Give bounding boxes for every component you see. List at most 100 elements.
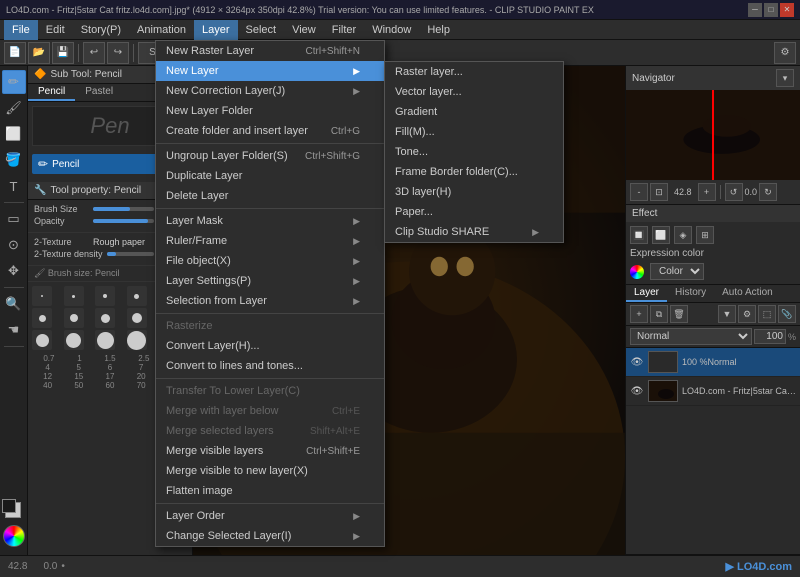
submenu-3d-layer[interactable]: 3D layer(H): [385, 182, 563, 202]
brush-17[interactable]: [127, 330, 147, 350]
menu-merge-visible-new[interactable]: Merge visible to new layer(X): [156, 461, 384, 481]
tool-select-lasso[interactable]: ⊙: [2, 233, 26, 257]
layer-tab-auto-action[interactable]: Auto Action: [714, 285, 781, 302]
density-slider[interactable]: [107, 252, 154, 256]
menu-layer-settings[interactable]: Layer Settings(P) ▶: [156, 271, 384, 291]
effect-btn-1[interactable]: 🔲: [630, 226, 648, 244]
toolbar-save[interactable]: 💾: [52, 42, 74, 64]
blend-mode-select[interactable]: Normal: [630, 328, 752, 345]
menu-new-folder[interactable]: New Layer Folder: [156, 101, 384, 121]
menu-flatten[interactable]: Flatten image: [156, 481, 384, 501]
submenu-tone[interactable]: Tone...: [385, 142, 563, 162]
sub-tool-tab-pastel[interactable]: Pastel: [75, 84, 123, 101]
brush-1.5[interactable]: [95, 286, 115, 306]
brush-6[interactable]: [95, 308, 115, 328]
menu-animation[interactable]: Animation: [129, 20, 194, 40]
menu-new-correction[interactable]: New Correction Layer(J) ▶: [156, 81, 384, 101]
brush-2.5[interactable]: [127, 286, 147, 306]
layer-merge-btn[interactable]: ▼: [718, 305, 736, 323]
menu-delete[interactable]: Delete Layer: [156, 186, 384, 206]
menu-create-folder[interactable]: Create folder and insert layer Ctrl+G: [156, 121, 384, 141]
nav-rotate-ccw[interactable]: ↺: [725, 183, 743, 201]
effect-btn-2[interactable]: ⬜: [652, 226, 670, 244]
brush-size-slider[interactable]: [93, 207, 154, 211]
brush-4[interactable]: [32, 308, 52, 328]
menu-file-object[interactable]: File object(X) ▶: [156, 251, 384, 271]
tool-brush[interactable]: 🖌: [2, 96, 26, 120]
menu-ruler-frame[interactable]: Ruler/Frame ▶: [156, 231, 384, 251]
submenu-frame-border[interactable]: Frame Border folder(C)...: [385, 162, 563, 182]
layer-mask-btn[interactable]: ⬚: [758, 305, 776, 323]
menu-layer-mask[interactable]: Layer Mask ▶: [156, 211, 384, 231]
menu-layer-order[interactable]: Layer Order ▶: [156, 506, 384, 526]
menu-file[interactable]: File: [4, 20, 38, 40]
menu-selection-from-layer[interactable]: Selection from Layer ▶: [156, 291, 384, 311]
submenu-raster-layer[interactable]: Raster layer...: [385, 62, 563, 82]
layer-clip-btn[interactable]: 📎: [778, 305, 796, 323]
submenu-vector-layer[interactable]: Vector layer...: [385, 82, 563, 102]
brush-9[interactable]: [32, 330, 52, 350]
menu-select[interactable]: Select: [238, 20, 285, 40]
nav-zoom-in[interactable]: +: [698, 183, 716, 201]
tool-text[interactable]: T: [2, 174, 26, 198]
navigator-close-btn[interactable]: ▾: [776, 69, 794, 87]
menu-story[interactable]: Story(P): [73, 20, 129, 40]
effect-btn-3[interactable]: ◈: [674, 226, 692, 244]
menu-duplicate[interactable]: Duplicate Layer: [156, 166, 384, 186]
layer-row-1[interactable]: 👁 100 %Normal: [626, 348, 800, 377]
layer-vis-1[interactable]: 👁: [630, 355, 644, 369]
menu-new-raster[interactable]: New Raster Layer Ctrl+Shift+N: [156, 41, 384, 61]
menu-view[interactable]: View: [284, 20, 324, 40]
menu-filter[interactable]: Filter: [324, 20, 364, 40]
submenu-clip-share[interactable]: Clip Studio SHARE ▶: [385, 222, 563, 242]
layer-delete-btn[interactable]: 🗑: [670, 305, 688, 323]
nav-rotate-cw[interactable]: ↻: [759, 183, 777, 201]
toolbar-undo[interactable]: ↩: [83, 42, 105, 64]
menu-edit[interactable]: Edit: [38, 20, 73, 40]
layer-row-2[interactable]: 👁 LO4D.com - Fritz|5star Cat fritz.lo4d.…: [626, 377, 800, 406]
layer-vis-2[interactable]: 👁: [630, 384, 644, 398]
effect-btn-4[interactable]: ⊞: [696, 226, 714, 244]
menu-change-selected[interactable]: Change Selected Layer(I) ▶: [156, 526, 384, 546]
layer-settings-btn[interactable]: ⚙: [738, 305, 756, 323]
brush-7[interactable]: [127, 308, 147, 328]
menu-convert-layer[interactable]: Convert Layer(H)...: [156, 336, 384, 356]
maximize-button[interactable]: □: [764, 3, 778, 17]
layer-tab-history[interactable]: History: [667, 285, 714, 302]
menu-ungroup[interactable]: Ungroup Layer Folder(S) Ctrl+Shift+G: [156, 146, 384, 166]
tool-hand[interactable]: ☚: [2, 318, 26, 342]
toolbar-open[interactable]: 📂: [28, 42, 50, 64]
tool-fill[interactable]: 🪣: [2, 148, 26, 172]
layer-tab-layer[interactable]: Layer: [626, 285, 667, 302]
menu-help[interactable]: Help: [419, 20, 458, 40]
toolbar-redo[interactable]: ↪: [107, 42, 129, 64]
tool-zoom[interactable]: 🔍: [2, 292, 26, 316]
tool-eraser[interactable]: ⬜: [2, 122, 26, 146]
toolbar-new[interactable]: 📄: [4, 42, 26, 64]
nav-zoom-fit[interactable]: ⊡: [650, 183, 668, 201]
menu-merge-visible[interactable]: Merge visible layers Ctrl+Shift+E: [156, 441, 384, 461]
fg-color-swatch[interactable]: [2, 499, 16, 513]
expression-color-select[interactable]: Color: [650, 263, 704, 280]
menu-layer[interactable]: Layer: [194, 20, 238, 40]
submenu-paper[interactable]: Paper...: [385, 202, 563, 222]
nav-zoom-out[interactable]: -: [630, 183, 648, 201]
tool-select-rect[interactable]: ▭: [2, 207, 26, 231]
brush-1[interactable]: [64, 286, 84, 306]
submenu-fill[interactable]: Fill(M)...: [385, 122, 563, 142]
close-button[interactable]: ✕: [780, 3, 794, 17]
toolbar-settings[interactable]: ⚙: [774, 42, 796, 64]
brush-12[interactable]: [64, 330, 84, 350]
brush-15[interactable]: [95, 330, 115, 350]
menu-convert-lines[interactable]: Convert to lines and tones...: [156, 356, 384, 376]
submenu-gradient[interactable]: Gradient: [385, 102, 563, 122]
tool-move[interactable]: ✥: [2, 259, 26, 283]
opacity-input[interactable]: [754, 329, 786, 344]
brush-0.7[interactable]: [32, 286, 52, 306]
opacity-slider[interactable]: [93, 219, 154, 223]
menu-window[interactable]: Window: [364, 20, 419, 40]
layer-copy-btn[interactable]: ⧉: [650, 305, 668, 323]
brush-5[interactable]: [64, 308, 84, 328]
tool-pencil[interactable]: ✏: [2, 70, 26, 94]
menu-new-layer[interactable]: New Layer ▶ Raster layer... Vector layer…: [156, 61, 384, 81]
